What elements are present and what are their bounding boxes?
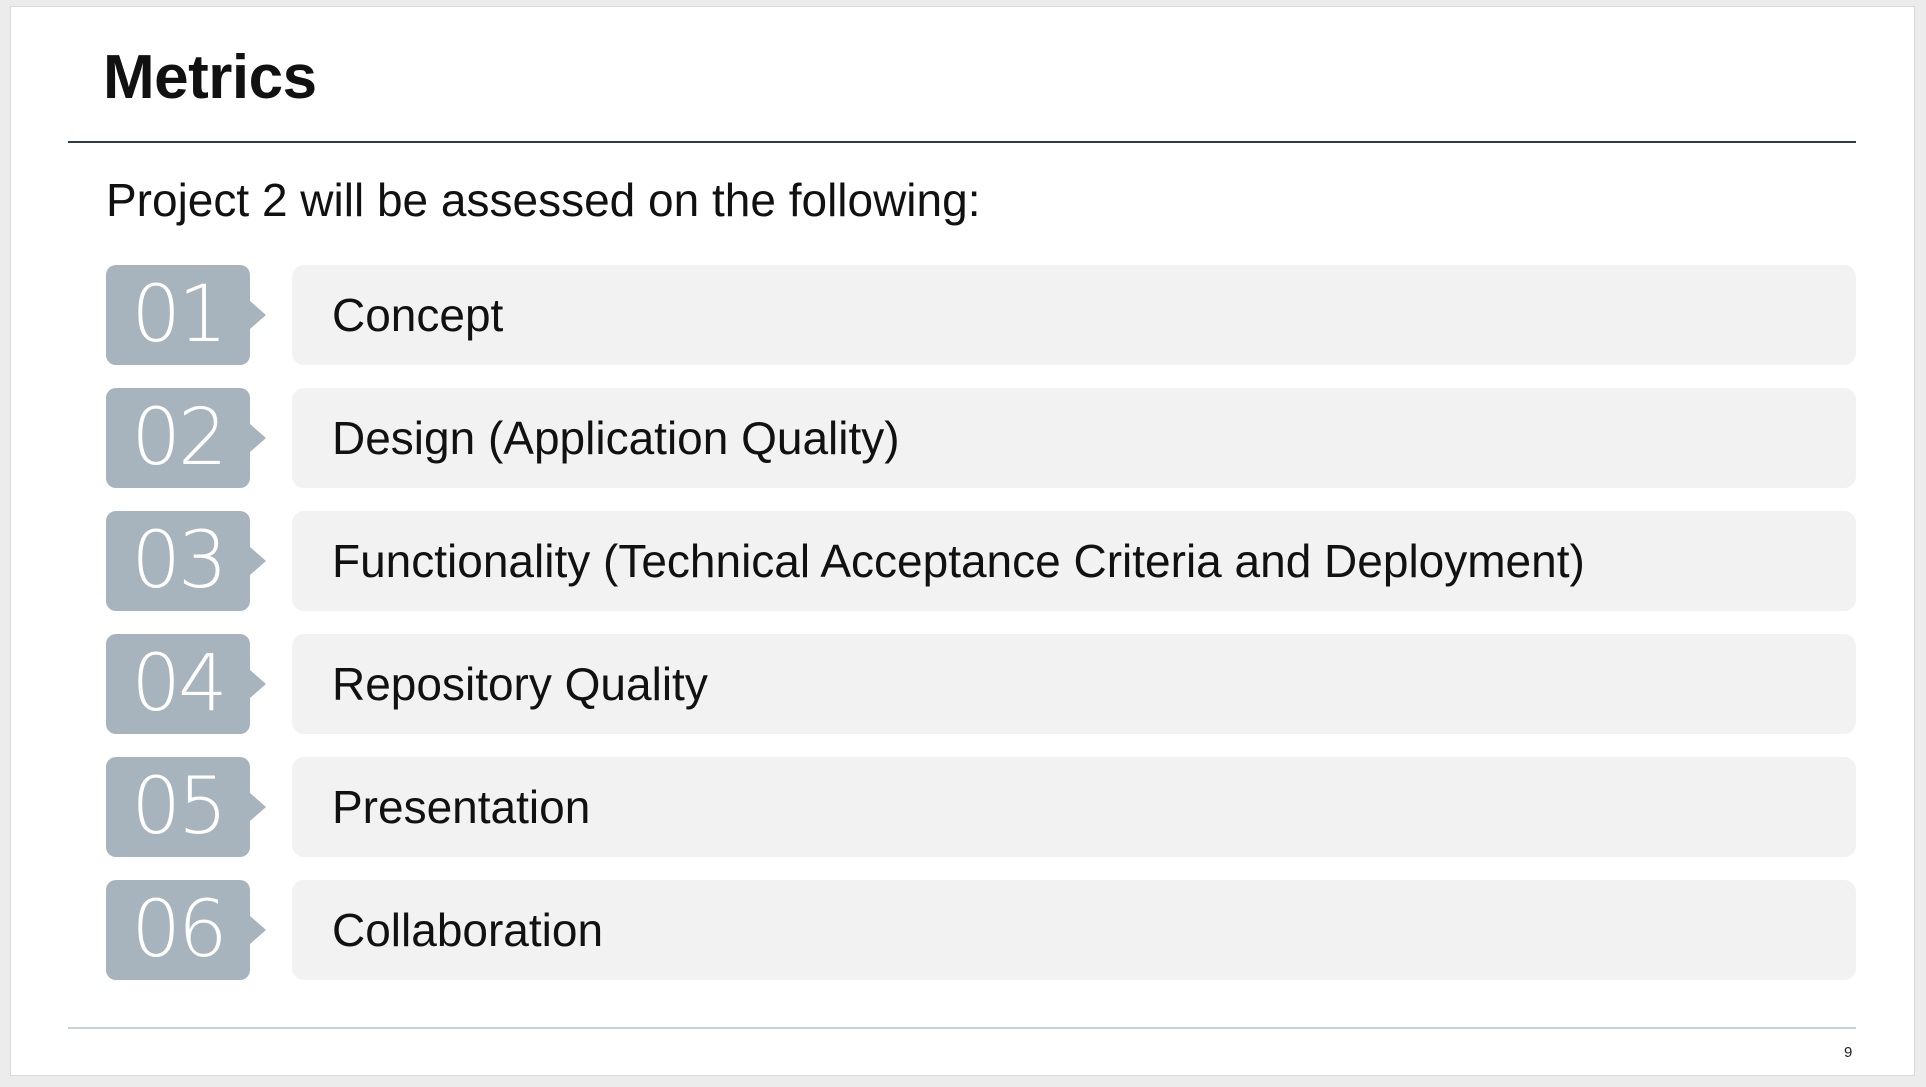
metric-label: Functionality (Technical Acceptance Crit…: [292, 511, 1856, 611]
number-badge: 04: [106, 634, 266, 734]
metric-label: Repository Quality: [292, 634, 1856, 734]
footer-divider: [68, 1027, 1856, 1029]
badge-number: 02: [131, 393, 227, 483]
title-divider: [68, 141, 1856, 143]
number-badge: 03: [106, 511, 266, 611]
number-badge: 02: [106, 388, 266, 488]
list-item: 05 Presentation: [106, 757, 1856, 857]
badge-number: 06: [131, 885, 227, 975]
badge-number: 04: [131, 639, 227, 729]
badge-number: 05: [131, 762, 227, 852]
page-number: 9: [1844, 1044, 1853, 1061]
slide-subtitle: Project 2 will be assessed on the follow…: [106, 174, 981, 226]
list-item: 06 Collaboration: [106, 880, 1856, 980]
number-badge: 01: [106, 265, 266, 365]
metric-label: Concept: [292, 265, 1856, 365]
list-item: 03 Functionality (Technical Acceptance C…: [106, 511, 1856, 611]
metric-label: Design (Application Quality): [292, 388, 1856, 488]
metric-label: Presentation: [292, 757, 1856, 857]
list-item: 02 Design (Application Quality): [106, 388, 1856, 488]
metric-label: Collaboration: [292, 880, 1856, 980]
badge-number: 01: [131, 270, 227, 360]
badge-number: 03: [131, 516, 227, 606]
list-item: 01 Concept: [106, 265, 1856, 365]
number-badge: 06: [106, 880, 266, 980]
metrics-list: 01 Concept 02 Design (Application Qualit…: [106, 265, 1856, 1003]
slide: Metrics Project 2 will be assessed on th…: [10, 6, 1915, 1076]
page-title: Metrics: [103, 43, 317, 112]
list-item: 04 Repository Quality: [106, 634, 1856, 734]
number-badge: 05: [106, 757, 266, 857]
